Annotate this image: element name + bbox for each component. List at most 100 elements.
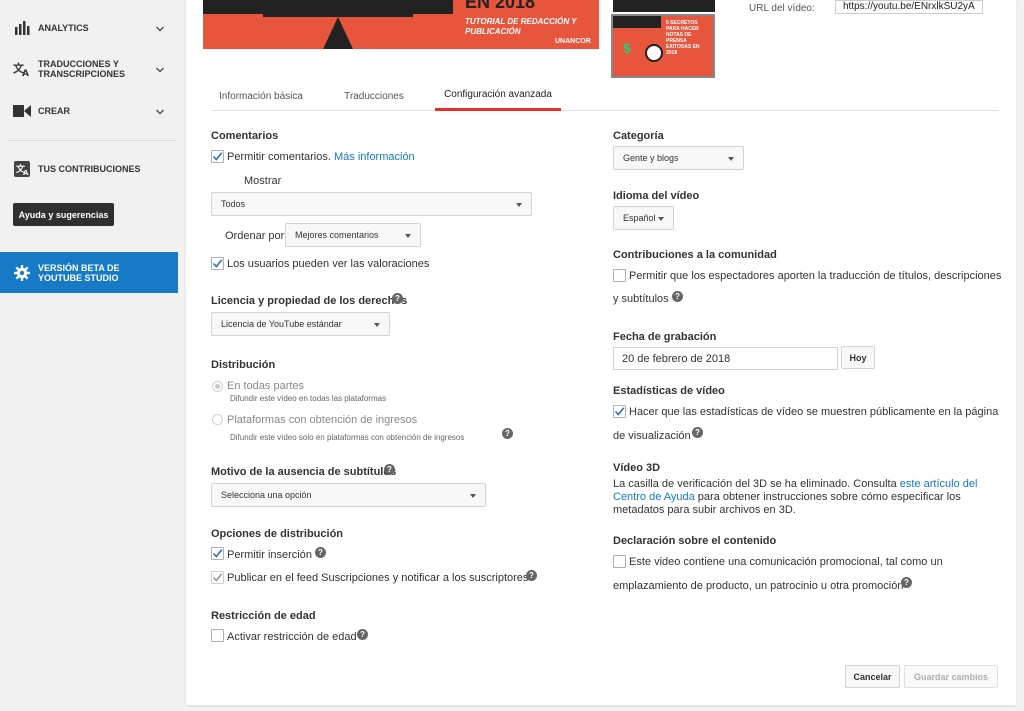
recording-date-heading: Fecha de grabación <box>613 331 717 343</box>
recording-date-input[interactable]: 20 de febrero de 2018 <box>613 347 838 370</box>
age-restriction-text: Activar restricción de edad <box>227 631 357 643</box>
language-select[interactable]: Español <box>613 206 674 230</box>
caret-down-icon <box>470 494 476 498</box>
allow-embedding-text: Permitir inserción <box>227 549 312 561</box>
distribution-everywhere-radio[interactable] <box>212 381 223 392</box>
cancel-button[interactable]: Cancelar <box>845 665 900 688</box>
category-select[interactable]: Gente y blogs <box>613 146 744 170</box>
sidebar-item-translations[interactable]: 文A TRADUCCIONES Y TRANSCRIPCIONES <box>0 57 178 81</box>
allow-embedding-checkbox[interactable] <box>211 547 224 560</box>
translate-icon: 文A <box>13 60 31 78</box>
community-text-line2: y subtítulos <box>613 293 669 305</box>
help-center-link[interactable]: Centro de Ayuda <box>613 491 695 503</box>
category-heading: Categoría <box>613 130 664 142</box>
community-contributions-checkbox[interactable] <box>613 269 626 282</box>
video-stats-heading: Estadísticas de vídeo <box>613 385 725 397</box>
more-info-link[interactable]: Más información <box>334 151 415 163</box>
sidebar-label: CREAR <box>38 106 71 116</box>
distribution-monetized-radio[interactable] <box>212 414 223 425</box>
comments-heading: Comentarios <box>211 130 279 142</box>
help-icon[interactable]: ? <box>384 464 395 475</box>
tab-bar: Información básica Traducciones Configur… <box>211 81 999 111</box>
help-icon[interactable]: ? <box>526 570 537 581</box>
gear-icon <box>13 264 31 282</box>
tab-basic-info[interactable]: Información básica <box>211 81 311 111</box>
paid-promotion-text-line2: emplazamiento de producto, un patrocinio… <box>613 580 904 592</box>
caret-down-icon <box>516 203 522 207</box>
age-restriction-checkbox[interactable] <box>211 629 224 642</box>
publish-feed-text: Publicar en el feed Suscripciones y noti… <box>227 572 529 584</box>
thumbnail-brand: UNANCOR <box>555 38 591 45</box>
sidebar-label: VERSIÓN BETA DE YOUTUBE STUDIO <box>38 262 120 283</box>
tab-advanced-settings[interactable]: Configuración avanzada <box>435 81 561 111</box>
video-url-label: URL del vídeo: <box>749 3 815 14</box>
caret-down-icon <box>658 217 664 221</box>
sidebar-divider <box>8 140 176 141</box>
subtitles-heading: Motivo de la ausencia de subtítulos <box>211 466 397 478</box>
show-ratings-checkbox[interactable] <box>211 257 224 270</box>
sidebar-label: ANALYTICS <box>38 23 89 33</box>
video-3d-text: La casilla de verificación del 3D se ha … <box>613 478 978 516</box>
translate-box-icon: 文A <box>13 160 31 178</box>
dollar-sign: $ <box>623 40 631 56</box>
thumbnail-option[interactable] <box>613 0 715 12</box>
help-feedback-button[interactable]: Ayuda y sugerencias <box>13 203 114 226</box>
help-icon[interactable]: ? <box>392 293 403 304</box>
license-select[interactable]: Licencia de YouTube estándar <box>211 312 390 336</box>
community-heading: Contribuciones a la comunidad <box>613 249 777 261</box>
caret-down-icon <box>405 234 411 238</box>
paid-promotion-text-line1: Este video contiene una comunicación pro… <box>629 556 943 568</box>
public-stats-text-line1: Hacer que las estadísticas de vídeo se m… <box>629 406 999 418</box>
video-settings-card: EN 2018 TUTORIAL DE REDACCIÓN Y PUBLICAC… <box>186 0 1016 705</box>
distribution-everywhere-sub: Difundir este vídeo en todas las platafo… <box>230 394 387 403</box>
distribution-everywhere-text: En todas partes <box>227 380 305 392</box>
save-changes-button[interactable]: Guardar cambios <box>904 665 998 688</box>
svg-text:A: A <box>22 69 29 77</box>
help-article-link[interactable]: este artículo del <box>900 478 978 490</box>
video-3d-heading: Vídeo 3D <box>613 462 661 474</box>
help-icon[interactable]: ? <box>357 629 368 640</box>
distribution-heading: Distribución <box>211 359 276 371</box>
show-ratings-text: Los usuarios pueden ver las valoraciones <box>227 258 430 270</box>
publish-feed-checkbox[interactable] <box>211 571 224 584</box>
help-icon[interactable]: ? <box>315 547 326 558</box>
thumbnail-option-text: 5 SECRETOS PARA HACER NOTAS DE PRENSA EX… <box>666 20 700 56</box>
order-by-label: Ordenar por <box>225 230 285 242</box>
sidebar-item-create[interactable]: CREAR <box>0 102 178 120</box>
today-button[interactable]: Hoy <box>841 346 875 369</box>
thumbnail-option-selected[interactable]: $ 5 SECRETOS PARA HACER NOTAS DE PRENSA … <box>611 14 715 78</box>
tab-translations[interactable]: Traducciones <box>329 81 419 111</box>
order-by-select[interactable]: Mejores comentarios <box>285 223 421 247</box>
age-restriction-heading: Restricción de edad <box>211 610 316 622</box>
help-icon[interactable]: ? <box>672 291 683 302</box>
sidebar-label: TRADUCCIONES Y TRANSCRIPCIONES <box>38 59 126 79</box>
caret-down-icon <box>728 157 734 161</box>
content-declaration-heading: Declaración sobre el contenido <box>613 535 777 547</box>
distribution-monetized-sub: Difundir este vídeo solo en plataformas … <box>230 433 465 442</box>
video-thumbnail: EN 2018 TUTORIAL DE REDACCIÓN Y PUBLICAC… <box>203 0 599 49</box>
show-label: Mostrar <box>244 175 282 187</box>
show-comments-select[interactable]: Todos <box>211 192 532 216</box>
chevron-down-icon[interactable] <box>155 106 165 120</box>
help-icon[interactable]: ? <box>502 428 513 439</box>
help-icon[interactable]: ? <box>901 577 912 588</box>
video-camera-icon <box>13 102 31 120</box>
caret-down-icon <box>374 323 380 327</box>
youtube-studio-beta-button[interactable]: VERSIÓN BETA DE YOUTUBE STUDIO <box>0 252 178 293</box>
video-url-field[interactable]: https://youtu.be/ENrxlkSU2yA <box>835 0 983 14</box>
sidebar-item-analytics[interactable]: ANALYTICS <box>0 19 178 37</box>
paid-promotion-checkbox[interactable] <box>613 555 626 568</box>
thumbnail-subtitle: TUTORIAL DE REDACCIÓN Y PUBLICACIÓN <box>465 17 577 36</box>
sidebar-item-contributions[interactable]: 文A TUS CONTRIBUCIONES <box>0 160 178 178</box>
thumbnail-title: EN 2018 <box>465 0 536 12</box>
public-stats-text-line2: de visualización <box>613 430 691 442</box>
public-stats-checkbox[interactable] <box>613 405 626 418</box>
allow-comments-checkbox[interactable] <box>211 150 224 163</box>
subtitles-reason-select[interactable]: Selecciona una opción <box>211 483 486 507</box>
sidebar-label: TUS CONTRIBUCIONES <box>38 164 141 174</box>
help-icon[interactable]: ? <box>692 427 703 438</box>
allow-comments-text: Permitir comentarios. Más información <box>227 151 415 163</box>
language-heading: Idioma del vídeo <box>613 190 700 202</box>
chevron-down-icon[interactable] <box>155 23 165 37</box>
chevron-down-icon[interactable] <box>155 64 165 78</box>
